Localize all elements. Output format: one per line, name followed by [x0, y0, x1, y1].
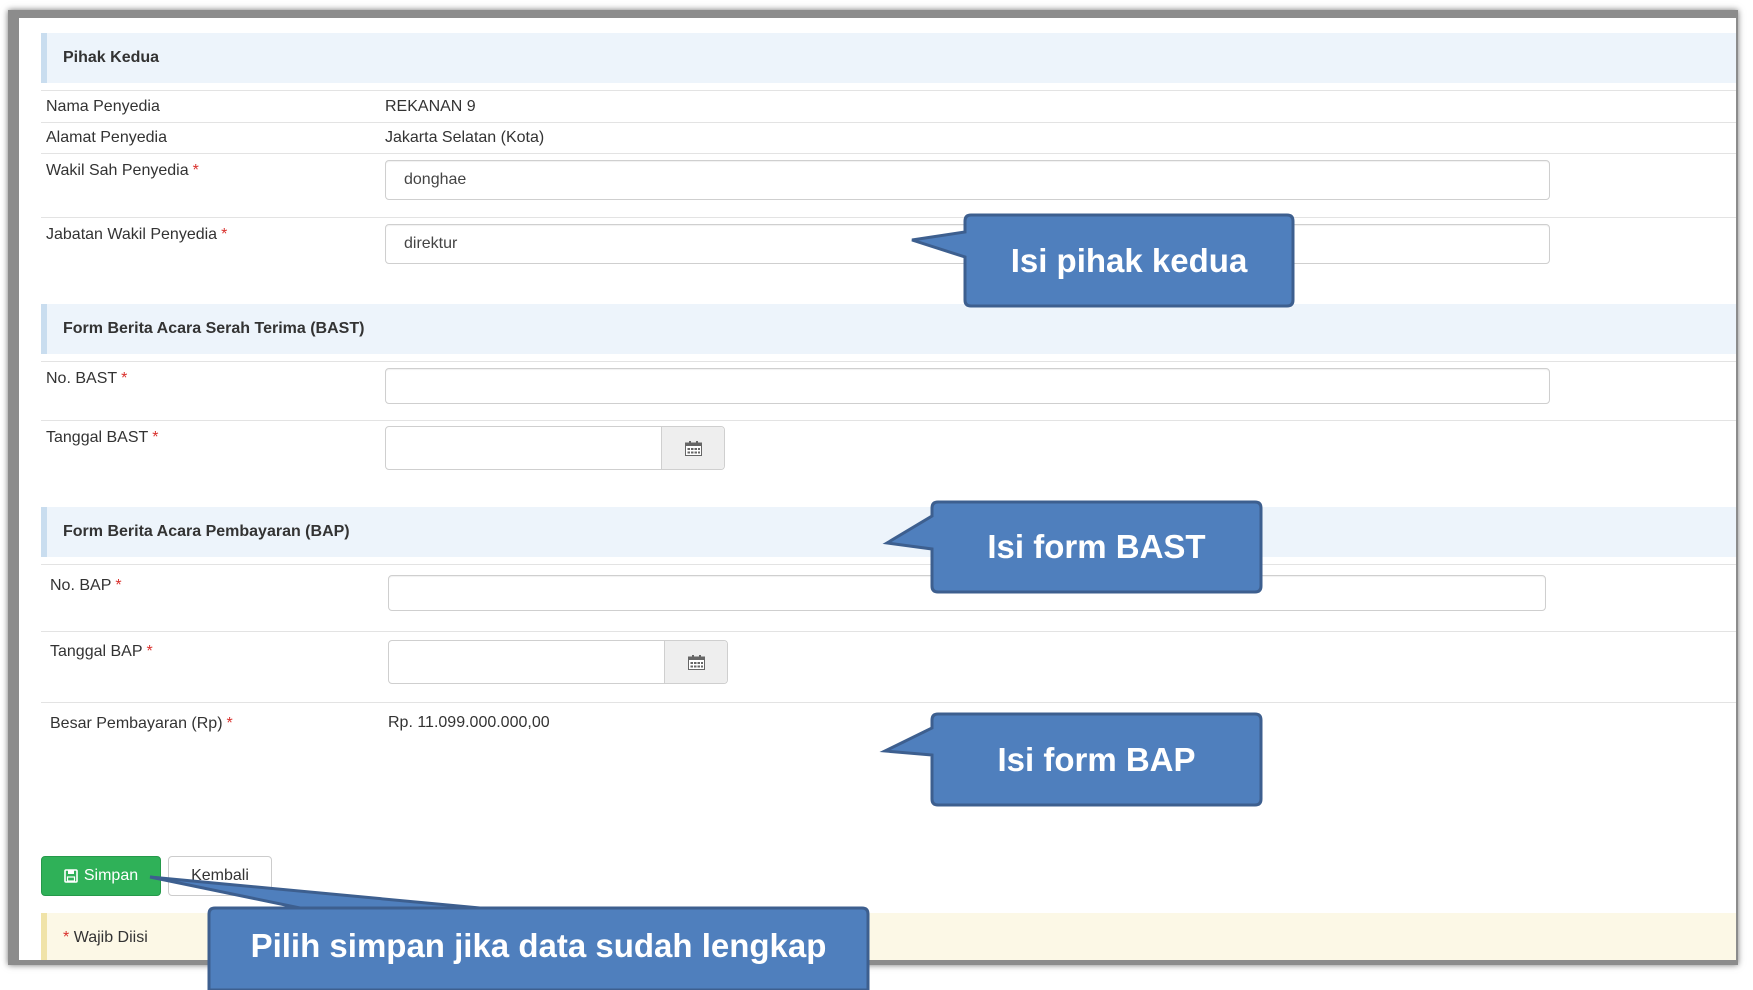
label-text: No. BAST: [46, 370, 118, 387]
kembali-button[interactable]: Kembali: [168, 856, 272, 896]
section-header-bast: Form Berita Acara Serah Terima (BAST): [41, 304, 1736, 354]
divider: [41, 702, 1736, 703]
value-nama-penyedia: REKANAN 9: [385, 98, 476, 115]
label-tanggal-bap: Tanggal BAP *: [50, 643, 153, 661]
label-text: Jabatan Wakil Penyedia: [46, 226, 218, 243]
tanggal-bast-datepicker: [385, 426, 725, 470]
label-text: Tanggal BAST: [46, 429, 149, 446]
form-canvas: Pihak Kedua Nama Penyedia REKANAN 9 Alam…: [19, 18, 1736, 960]
tanggal-bast-input[interactable]: [386, 427, 661, 469]
label-text: Besar Pembayaran (Rp): [50, 715, 223, 732]
required-marker: *: [192, 162, 199, 179]
divider: [41, 631, 1736, 632]
section-header-bap: Form Berita Acara Pembayaran (BAP): [41, 507, 1736, 557]
no-bast-input[interactable]: [385, 368, 1550, 404]
required-marker: *: [115, 577, 122, 594]
label-tanggal-bast: Tanggal BAST *: [46, 429, 159, 447]
required-marker: *: [221, 226, 228, 243]
screenshot-frame: Pihak Kedua Nama Penyedia REKANAN 9 Alam…: [8, 10, 1738, 965]
tanggal-bap-datepicker: [388, 640, 728, 684]
wakil-sah-penyedia-input[interactable]: donghae: [385, 160, 1550, 200]
label-alamat-penyedia: Alamat Penyedia: [46, 129, 167, 146]
simpan-button[interactable]: Simpan: [41, 856, 161, 896]
label-no-bap: No. BAP *: [50, 577, 122, 595]
required-note-text: Wajib Diisi: [73, 929, 148, 946]
divider: [41, 153, 1736, 154]
divider: [41, 90, 1736, 91]
divider: [41, 122, 1736, 123]
simpan-label: Simpan: [83, 867, 139, 884]
required-marker: *: [226, 715, 233, 732]
required-marker: *: [121, 370, 128, 387]
callout-simpan: Pilih simpan jika data sudah lengkap: [250, 927, 827, 964]
label-no-bast: No. BAST *: [46, 370, 127, 388]
label-text: No. BAP: [50, 577, 112, 594]
divider: [41, 564, 1736, 565]
tanggal-bap-input[interactable]: [389, 641, 664, 683]
calendar-icon[interactable]: [661, 427, 724, 469]
required-marker: *: [146, 643, 153, 660]
value-besar-pembayaran: Rp. 11.099.000.000,00: [388, 714, 550, 731]
label-wakil-sah-penyedia: Wakil Sah Penyedia *: [46, 162, 199, 180]
required-marker: *: [63, 929, 70, 946]
label-besar-pembayaran: Besar Pembayaran (Rp) *: [50, 715, 233, 733]
section-header-pihak-kedua: Pihak Kedua: [41, 33, 1736, 83]
label-text: Tanggal BAP: [50, 643, 143, 660]
label-jabatan-wakil-penyedia: Jabatan Wakil Penyedia *: [46, 226, 227, 244]
callout-bap: Isi form BAP: [997, 740, 1196, 778]
label-nama-penyedia: Nama Penyedia: [46, 98, 160, 115]
callout-bast: Isi form BAST: [987, 528, 1206, 565]
value-alamat-penyedia: Jakarta Selatan (Kota): [385, 129, 545, 146]
callout-pihak-kedua: Isi pihak kedua: [1010, 241, 1248, 279]
calendar-icon[interactable]: [664, 641, 727, 683]
label-text: Wakil Sah Penyedia: [46, 162, 189, 179]
divider: [41, 420, 1736, 421]
divider: [41, 361, 1736, 362]
required-marker: *: [152, 429, 159, 446]
save-icon: [64, 869, 78, 883]
divider: [41, 217, 1736, 218]
